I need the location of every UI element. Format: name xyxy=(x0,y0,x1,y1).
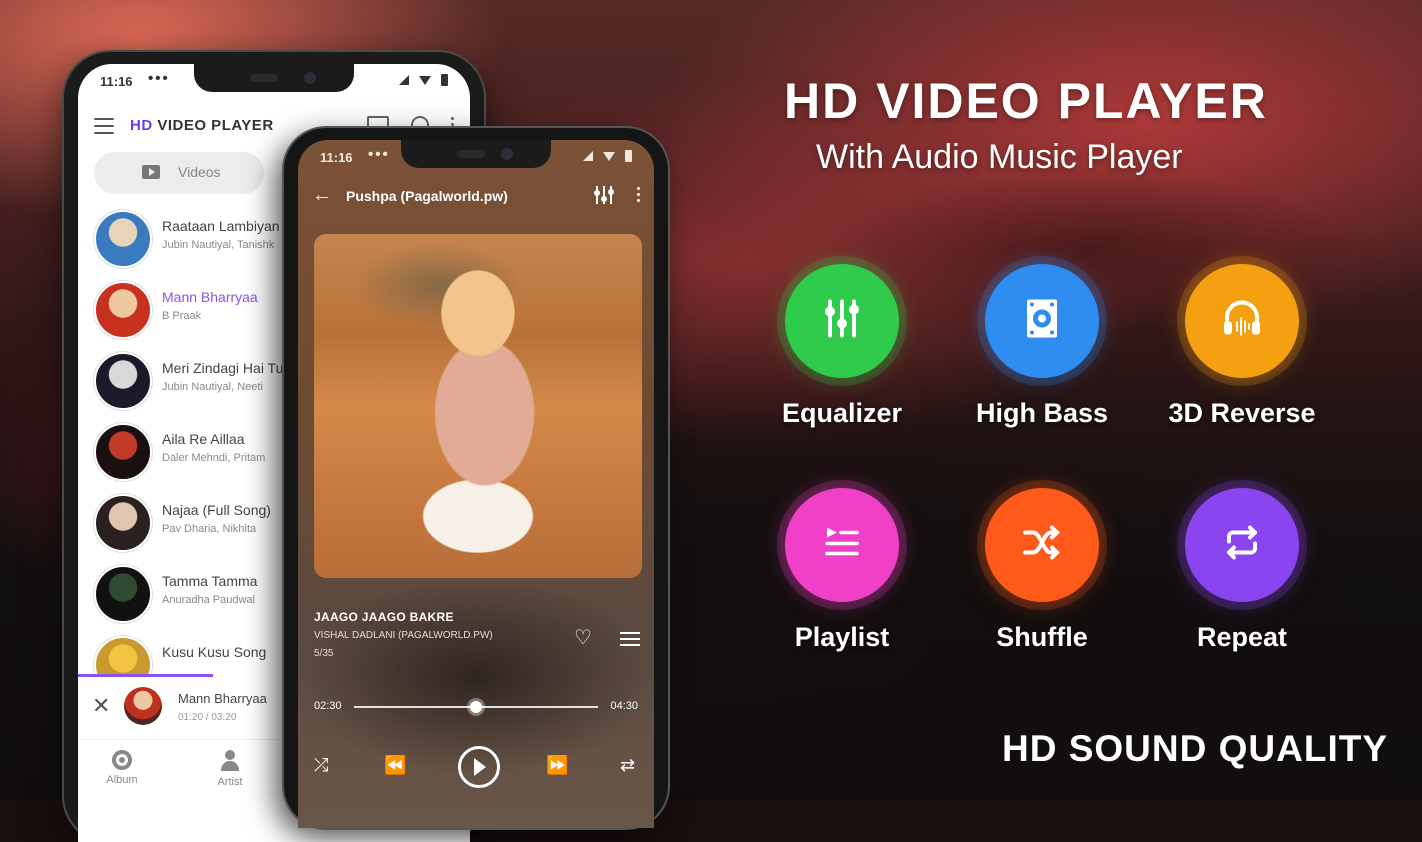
feature-high-bass: High Bass xyxy=(942,264,1142,429)
track-index: 5/35 xyxy=(314,648,334,659)
feature-badge xyxy=(985,264,1099,378)
phone-screen: 11:16 ••• ← Pushpa (Pagalworld.pw) JAAGO… xyxy=(298,140,654,828)
notification-dots: ••• xyxy=(368,146,390,163)
equalizer-icon xyxy=(819,296,865,347)
total-time: 04:30 xyxy=(610,700,638,712)
feature-shuffle: Shuffle xyxy=(942,488,1142,653)
app-title-hd: HD xyxy=(130,117,153,134)
player-app-bar: ← Pushpa (Pagalworld.pw) xyxy=(312,184,640,212)
tab-videos-label: Videos xyxy=(178,164,221,180)
song-thumbnail xyxy=(94,565,152,623)
track-title: JAAGO JAAGO BAKRE xyxy=(314,610,454,624)
signal-icon xyxy=(399,75,409,85)
speaker-icon xyxy=(1019,296,1065,347)
signal-icon xyxy=(583,151,593,161)
song-artist: Anuradha Paudwal xyxy=(162,594,255,606)
repeat-icon xyxy=(1219,520,1265,571)
notification-dots: ••• xyxy=(148,70,170,87)
feature-badge xyxy=(1185,264,1299,378)
feature-repeat: Repeat xyxy=(1142,488,1342,653)
song-thumbnail xyxy=(94,281,152,339)
song-thumbnail xyxy=(94,494,152,552)
repeat-icon[interactable]: ⇄ xyxy=(620,754,635,776)
song-thumbnail xyxy=(94,352,152,410)
battery-icon xyxy=(441,74,448,86)
feature-badge xyxy=(1185,488,1299,602)
playback-controls: ⤮ ⏪ ⏩ ⇄ xyxy=(314,746,638,790)
song-title: Raataan Lambiyan xyxy=(162,218,280,234)
nav-artist-label: Artist xyxy=(217,776,243,788)
battery-icon xyxy=(625,150,632,162)
rewind-icon[interactable]: ⏪ xyxy=(384,754,406,776)
song-title: Aila Re Aillaa xyxy=(162,431,245,447)
song-title: Najaa (Full Song) xyxy=(162,502,271,518)
status-time: 11:16 xyxy=(100,74,133,89)
fast-forward-icon[interactable]: ⏩ xyxy=(546,754,568,776)
feature-label: Repeat xyxy=(1196,622,1288,652)
artist-icon xyxy=(219,750,241,772)
current-time: 02:30 xyxy=(314,700,342,712)
nav-artist[interactable]: Artist xyxy=(200,750,260,788)
feature-label: Playlist xyxy=(794,622,890,652)
feature-badge xyxy=(785,488,899,602)
wifi-icon xyxy=(419,75,431,85)
song-thumbnail xyxy=(94,423,152,481)
wifi-icon xyxy=(603,151,615,161)
status-time: 11:16 xyxy=(320,150,353,165)
shuffle-icon xyxy=(1019,520,1065,571)
close-icon[interactable]: ✕ xyxy=(92,693,110,719)
song-artist: Jubin Nautiyal, Tanishk xyxy=(162,239,275,251)
tab-videos[interactable]: Videos xyxy=(94,152,264,194)
equalizer-icon[interactable] xyxy=(594,186,614,204)
feature-label: 3D Reverse xyxy=(1168,398,1316,428)
feature-playlist: Playlist xyxy=(742,488,942,653)
seek-handle[interactable] xyxy=(470,701,482,713)
feature-label: High Bass xyxy=(975,398,1109,428)
phone-notch xyxy=(194,64,354,92)
shuffle-icon[interactable]: ⤮ xyxy=(314,754,328,776)
footer-tagline: HD SOUND QUALITY xyxy=(1002,728,1388,769)
song-title: Kusu Kusu Song xyxy=(162,644,267,660)
song-title: Mann Bharryaa xyxy=(162,289,258,305)
phone-notch xyxy=(401,140,551,168)
feature-badge xyxy=(985,488,1099,602)
feature-badge xyxy=(785,264,899,378)
phone-now-playing: 11:16 ••• ← Pushpa (Pagalworld.pw) JAAGO… xyxy=(284,128,668,828)
song-title: Meri Zindagi Hai Tu xyxy=(162,360,284,376)
headline-title: HD VIDEO PLAYER xyxy=(784,73,1268,129)
feature-label: Equalizer xyxy=(781,398,903,428)
video-icon xyxy=(142,165,160,179)
album-icon xyxy=(112,750,132,770)
playlist-icon xyxy=(819,520,865,571)
favorite-icon[interactable]: ♡ xyxy=(574,628,592,648)
queue-icon[interactable] xyxy=(620,632,640,650)
seek-bar[interactable]: 02:30 04:30 xyxy=(314,700,638,714)
song-artist: Daler Mehndi, Pritam xyxy=(162,452,266,464)
feature-3d-reverse: 3D Reverse xyxy=(1142,264,1342,429)
album-title: Pushpa (Pagalworld.pw) xyxy=(346,188,508,204)
mini-player-artwork xyxy=(124,687,162,725)
app-title: HD VIDEO PLAYER xyxy=(130,117,274,134)
headphones-icon xyxy=(1219,296,1265,347)
song-title: Tamma Tamma xyxy=(162,573,258,589)
seek-track[interactable] xyxy=(354,701,598,713)
menu-icon[interactable] xyxy=(94,118,114,134)
more-options-icon[interactable] xyxy=(637,187,640,202)
headline-subtitle: With Audio Music Player xyxy=(816,138,1183,176)
feature-equalizer: Equalizer xyxy=(742,264,942,429)
track-artist: VISHAL DADLANI (PAGALWORLD.PW) xyxy=(314,630,493,641)
song-artist: B Praak xyxy=(162,310,202,322)
back-arrow-icon[interactable]: ← xyxy=(312,184,332,206)
app-title-text: VIDEO PLAYER xyxy=(152,117,274,134)
song-thumbnail xyxy=(94,210,152,268)
album-artwork xyxy=(314,234,642,578)
song-artist: Pav Dharia, Nikhita xyxy=(162,523,257,535)
play-button[interactable] xyxy=(458,746,500,788)
song-artist: Jubin Nautiyal, Neeti xyxy=(162,381,263,393)
nav-album[interactable]: Album xyxy=(92,750,152,786)
nav-album-label: Album xyxy=(106,774,138,786)
feature-label: Shuffle xyxy=(996,622,1088,652)
mini-player-title: Mann Bharryaa xyxy=(178,691,267,706)
mini-player-time: 01:20 / 03:20 xyxy=(178,712,237,723)
